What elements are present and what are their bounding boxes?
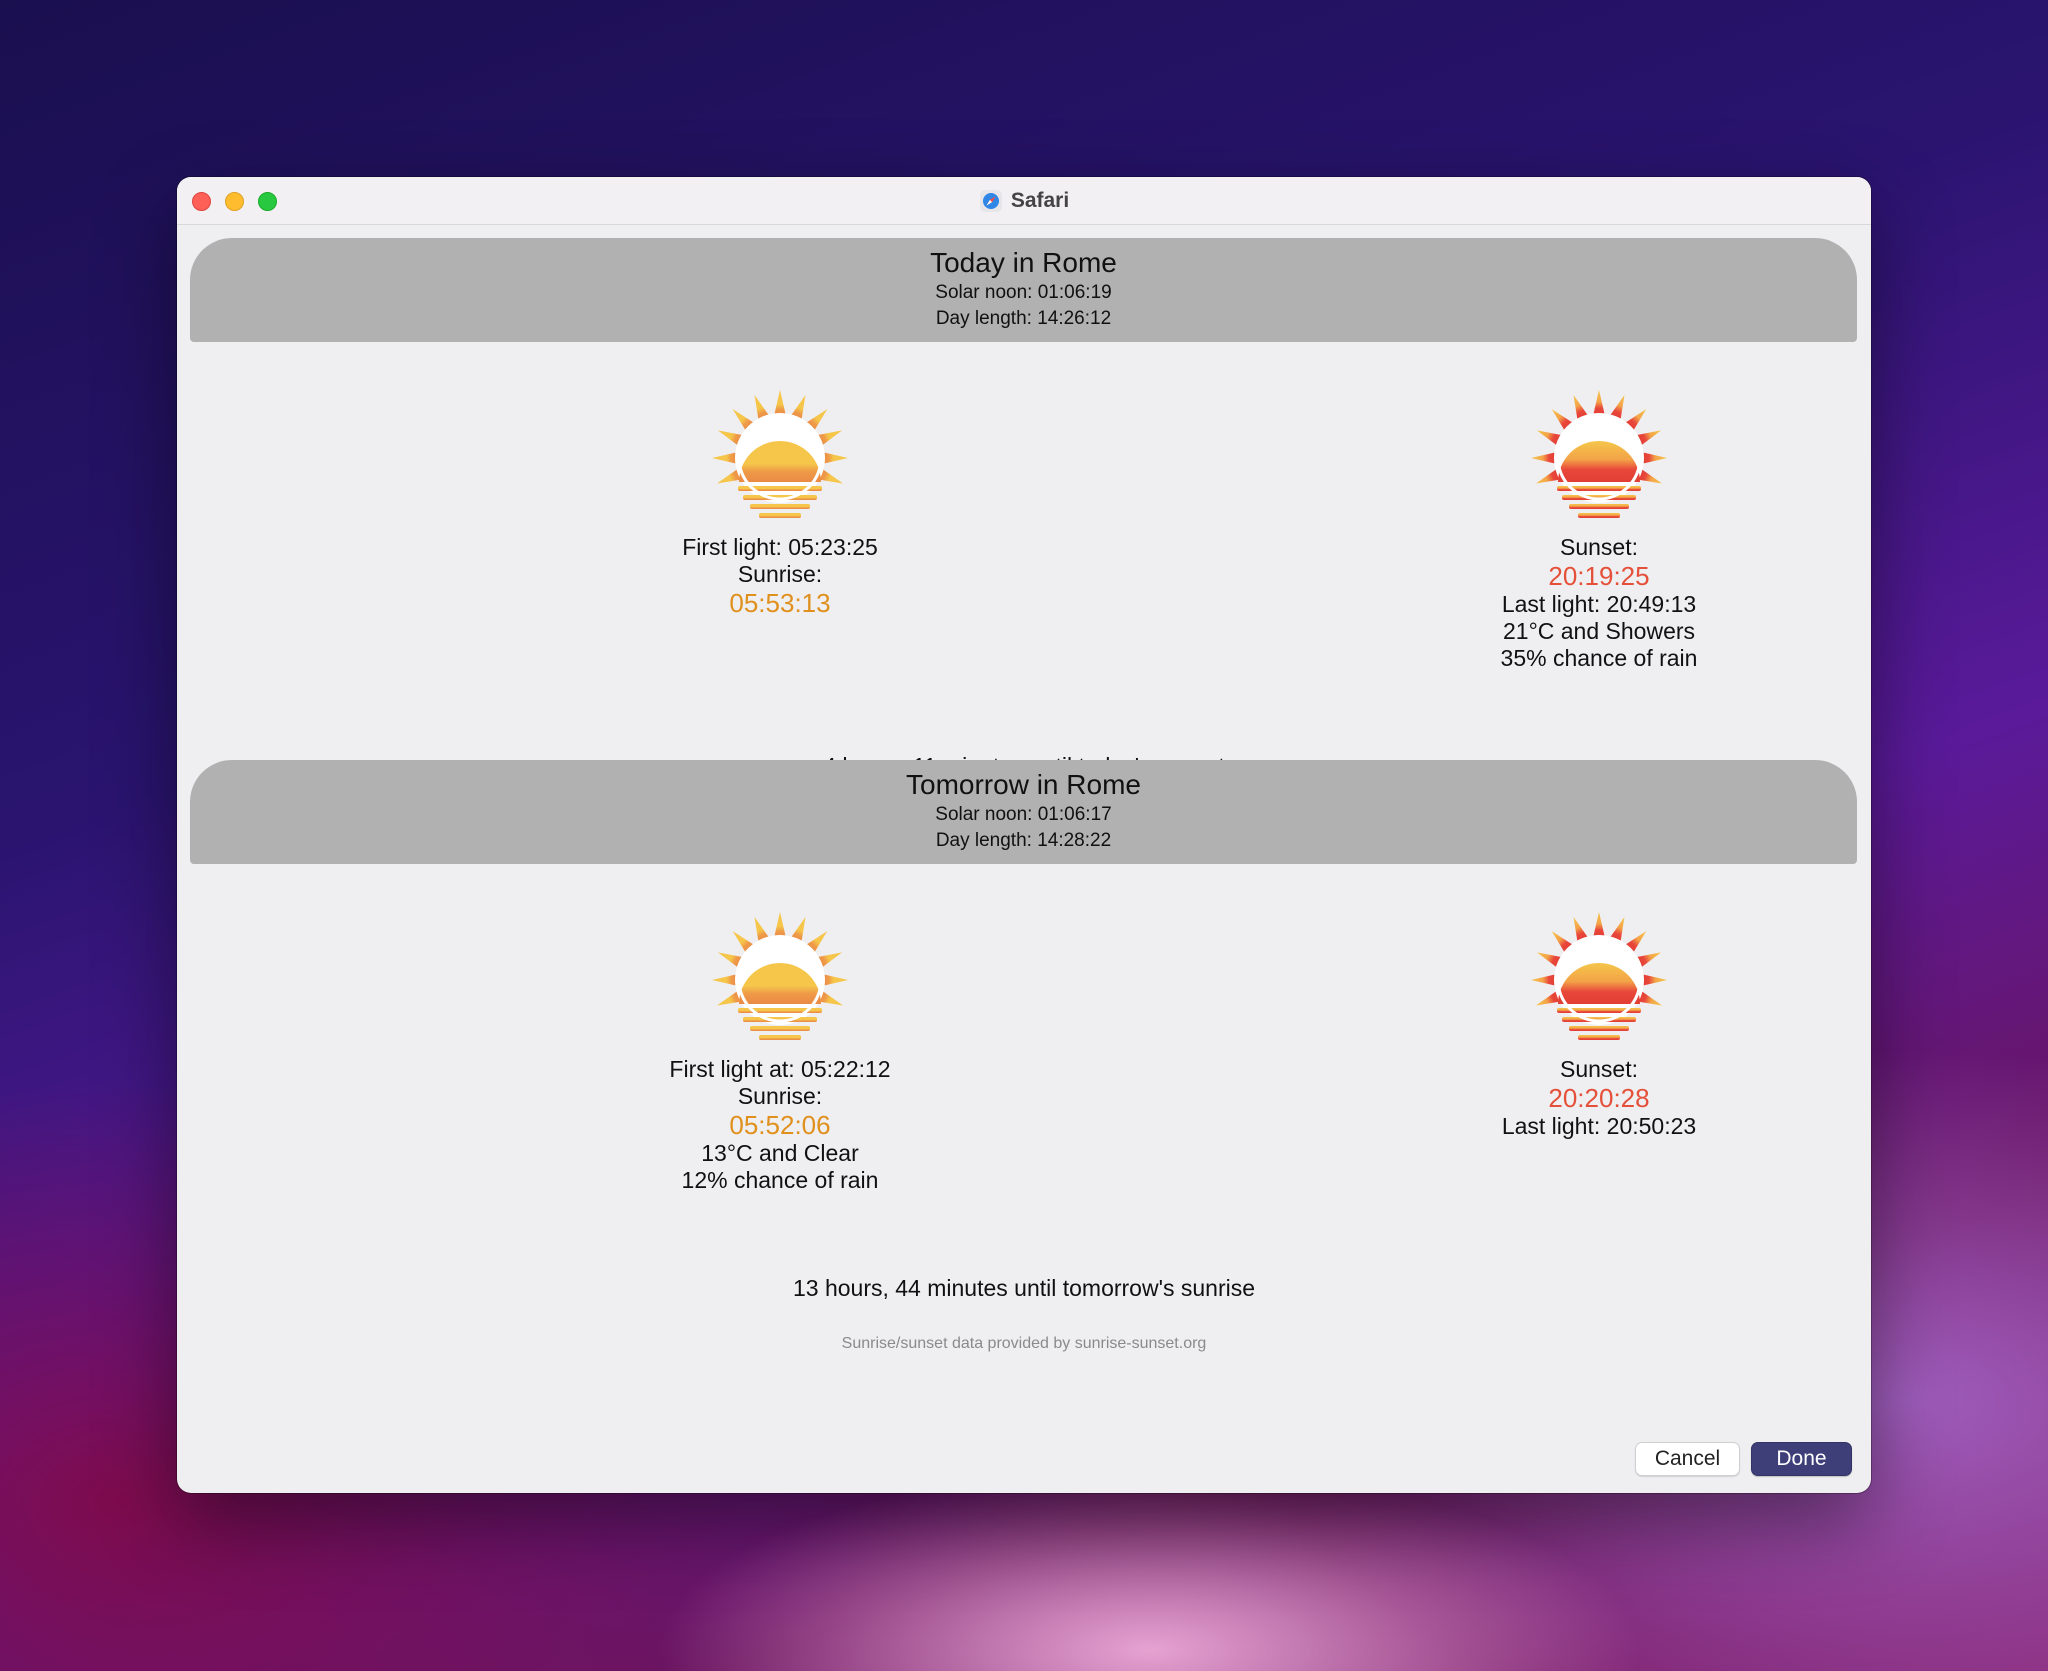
tomorrow-sunset-panel: Sunset: 20:20:28 Last light: 20:50:23	[1439, 908, 1759, 1140]
today-header: Today in Rome Solar noon: 01:06:19 Day l…	[190, 238, 1857, 342]
tomorrow-header: Tomorrow in Rome Solar noon: 01:06:17 Da…	[190, 760, 1857, 864]
tomorrow-rain-chance: 12% chance of rain	[681, 1167, 879, 1193]
data-credit: Sunrise/sunset data provided by sunrise-…	[841, 1335, 1207, 1352]
done-button[interactable]: Done	[1751, 1442, 1852, 1476]
tomorrow-sunset-label: Sunset:	[1560, 1056, 1638, 1082]
tomorrow-first-light: First light at: 05:22:12	[669, 1056, 891, 1082]
tomorrow-day-length: Day length: 14:28:22	[935, 830, 1112, 851]
tomorrow-sunrise-time: 05:52:06	[729, 1110, 831, 1140]
today-sunset-label: Sunset:	[1560, 534, 1638, 560]
today-day-length: Day length: 14:26:12	[935, 308, 1112, 329]
today-weather: 21°C and Showers	[1502, 618, 1696, 644]
tomorrow-sunrise-label: Sunrise:	[737, 1083, 823, 1109]
title-bar: Safari	[177, 177, 1871, 225]
window-title: Safari	[1010, 189, 1070, 212]
sunrise-icon	[712, 390, 848, 518]
today-solar-noon: Solar noon: 01:06:19	[935, 282, 1112, 303]
today-rain-chance: 35% chance of rain	[1500, 645, 1698, 671]
extension-content: Today in Rome Solar noon: 01:06:19 Day l…	[177, 226, 1871, 1493]
tomorrow-solar-noon: Solar noon: 01:06:17	[935, 804, 1112, 825]
today-sunrise-panel: First light: 05:23:25 Sunrise: 05:53:13	[620, 386, 940, 618]
tomorrow-last-light: Last light: 20:50:23	[1501, 1113, 1697, 1139]
tomorrow-weather: 13°C and Clear	[701, 1140, 859, 1166]
sunset-icon	[1531, 912, 1667, 1040]
tomorrow-sunset-time: 20:20:28	[1548, 1083, 1650, 1113]
sunset-icon	[1531, 390, 1667, 518]
today-sunset-time: 20:19:25	[1548, 561, 1650, 591]
today-title: Today in Rome	[930, 247, 1117, 278]
today-last-light: Last light: 20:49:13	[1501, 591, 1697, 617]
cancel-button[interactable]: Cancel	[1635, 1442, 1740, 1476]
today-sunrise-label: Sunrise:	[737, 561, 823, 587]
today-sunrise-time: 05:53:13	[729, 588, 831, 618]
safari-window: Safari Today in Rome Solar noon: 01:06:1…	[177, 177, 1871, 1493]
tomorrow-countdown: 13 hours, 44 minutes until tomorrow's su…	[792, 1275, 1256, 1301]
today-first-light: First light: 05:23:25	[682, 534, 878, 560]
safari-compass-icon	[979, 190, 1002, 212]
today-sunset-panel: Sunset: 20:19:25 Last light: 20:49:13 21…	[1439, 386, 1759, 672]
tomorrow-sunrise-panel: First light at: 05:22:12 Sunrise: 05:52:…	[620, 908, 940, 1194]
tomorrow-title: Tomorrow in Rome	[906, 769, 1141, 800]
sunrise-icon	[712, 912, 848, 1040]
